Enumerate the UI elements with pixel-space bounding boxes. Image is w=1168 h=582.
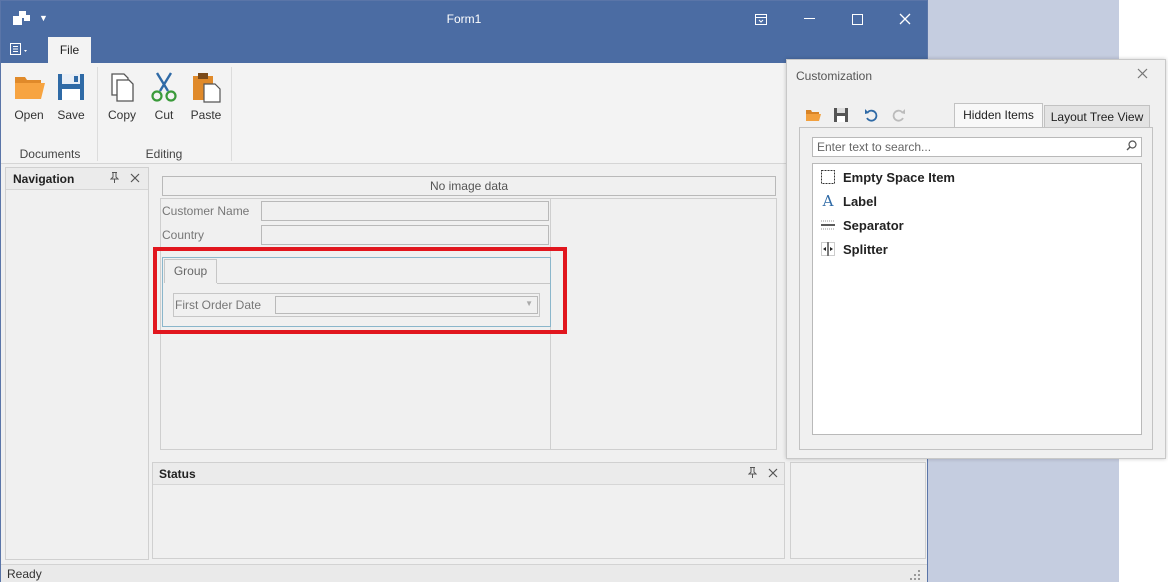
clipboard-paste-icon xyxy=(193,73,221,103)
copy-label: Copy xyxy=(107,108,136,122)
tab-file[interactable]: File xyxy=(48,37,91,63)
close-panel-icon[interactable] xyxy=(130,171,140,186)
status-panel-title: Status xyxy=(159,467,196,481)
paste-button[interactable]: Paste xyxy=(187,71,225,127)
layout-empty-space xyxy=(551,198,777,450)
redo-button[interactable] xyxy=(890,106,908,124)
copy-icon xyxy=(111,73,134,102)
right-dock-area xyxy=(790,462,926,559)
ribbon-group-separator xyxy=(231,67,232,161)
open-label: Open xyxy=(14,108,44,122)
redo-icon xyxy=(892,109,905,122)
ribbon-group-separator xyxy=(97,67,98,161)
maximize-button[interactable] xyxy=(833,1,881,37)
save-button[interactable]: Save xyxy=(53,71,89,127)
copy-button[interactable]: Copy xyxy=(104,71,140,127)
highlight-annotation xyxy=(153,247,567,334)
maximize-icon xyxy=(851,13,863,25)
search-input[interactable] xyxy=(813,138,1113,156)
floppy-disk-icon xyxy=(58,74,84,100)
country-label: Country xyxy=(162,228,205,242)
minimize-button[interactable] xyxy=(785,1,833,37)
list-item-label-item[interactable]: A Label xyxy=(819,190,877,212)
undo-button[interactable] xyxy=(862,106,880,124)
ribbon-display-icon xyxy=(755,13,767,25)
status-panel: Status xyxy=(152,462,785,559)
search-icon[interactable] xyxy=(1126,140,1137,154)
minimize-icon xyxy=(803,18,815,19)
status-bar-text: Ready xyxy=(7,567,42,581)
status-bar: Ready xyxy=(1,564,927,582)
close-icon xyxy=(1137,68,1148,79)
save-label: Save xyxy=(57,108,85,122)
load-layout-button[interactable] xyxy=(804,106,822,124)
cut-button[interactable]: Cut xyxy=(146,71,182,127)
paste-label: Paste xyxy=(190,108,222,122)
list-item-label: Label xyxy=(843,193,877,209)
pin-icon[interactable] xyxy=(109,172,120,186)
close-icon xyxy=(899,13,911,25)
scissors-icon xyxy=(151,72,177,102)
list-item-label: Empty Space Item xyxy=(843,169,955,185)
resize-grip-icon[interactable] xyxy=(909,569,921,581)
list-item-separator[interactable]: Separator xyxy=(819,214,904,236)
list-item-label: Separator xyxy=(843,217,904,233)
group-label-documents: Documents xyxy=(19,147,81,161)
navigation-panel-title: Navigation xyxy=(13,172,75,186)
separator-icon xyxy=(819,218,837,232)
search-box xyxy=(812,137,1142,157)
pin-icon[interactable] xyxy=(747,467,758,481)
ribbon-display-options-button[interactable] xyxy=(737,1,785,37)
folder-open-icon xyxy=(806,110,821,121)
title-bar[interactable]: ▼ Form1 xyxy=(1,1,927,37)
folder-open-icon xyxy=(15,77,45,99)
close-button[interactable] xyxy=(881,1,929,37)
navigation-panel-header[interactable]: Navigation xyxy=(6,168,148,190)
customization-window: Customization Hidden Items Layout Tree V… xyxy=(786,59,1166,459)
floppy-disk-icon xyxy=(834,108,848,122)
customer-name-label: Customer Name xyxy=(162,204,250,218)
country-input[interactable] xyxy=(261,225,549,245)
undo-icon xyxy=(865,109,878,122)
app-menu-icon xyxy=(10,43,27,55)
close-panel-icon[interactable] xyxy=(768,466,778,481)
list-item-empty-space[interactable]: Empty Space Item xyxy=(819,166,955,188)
cut-label: Cut xyxy=(154,108,174,122)
customization-close-button[interactable] xyxy=(1137,66,1148,83)
app-menu-button[interactable] xyxy=(9,42,39,60)
tab-layout-tree-view[interactable]: Layout Tree View xyxy=(1044,105,1150,128)
save-layout-button[interactable] xyxy=(832,106,850,124)
navigation-panel: Navigation xyxy=(5,167,149,560)
hidden-items-page: Empty Space Item A Label Separator Split… xyxy=(799,127,1153,450)
empty-space-icon xyxy=(819,170,837,184)
status-panel-header[interactable]: Status xyxy=(153,463,784,485)
tab-hidden-items[interactable]: Hidden Items xyxy=(954,103,1043,128)
list-item-splitter[interactable]: Splitter xyxy=(819,238,888,260)
list-item-label: Splitter xyxy=(843,241,888,257)
customization-title: Customization xyxy=(796,69,873,83)
hidden-items-list: Empty Space Item A Label Separator Split… xyxy=(812,163,1142,435)
label-a-icon: A xyxy=(822,192,834,210)
open-button[interactable]: Open xyxy=(11,71,47,127)
group-label-editing: Editing xyxy=(145,147,183,161)
image-picture-edit[interactable]: No image data xyxy=(162,176,776,196)
splitter-icon xyxy=(819,242,837,256)
customer-name-input[interactable] xyxy=(261,201,549,221)
